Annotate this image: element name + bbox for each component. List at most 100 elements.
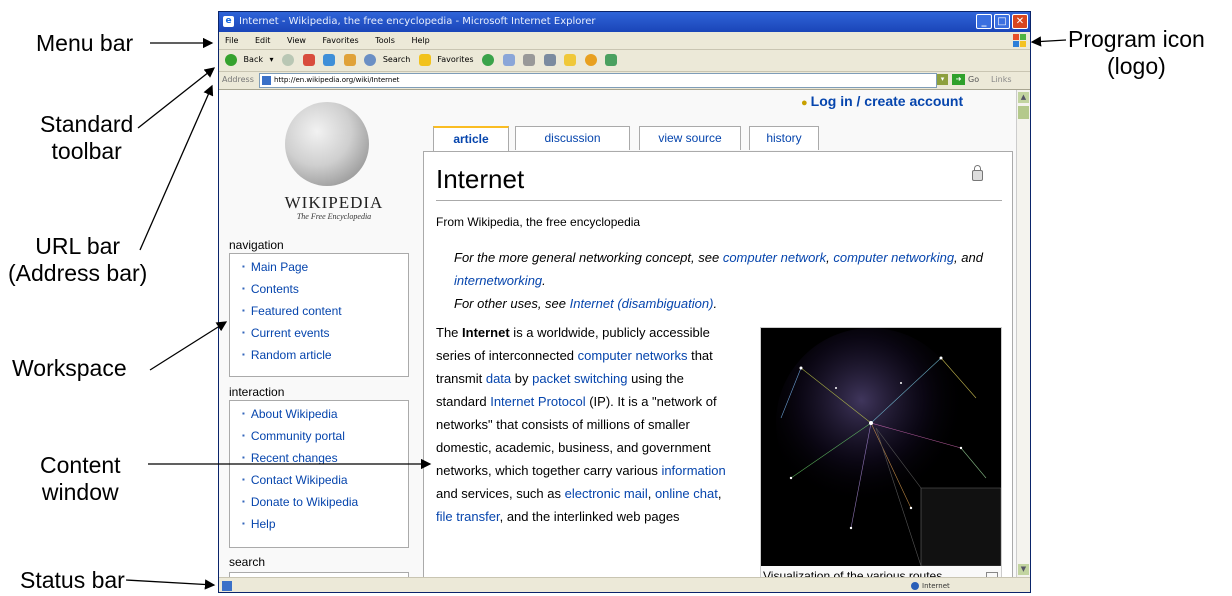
body-text: , bbox=[717, 486, 722, 501]
back-arrow-icon[interactable] bbox=[225, 54, 237, 66]
maximize-button[interactable]: □ bbox=[994, 14, 1010, 29]
callout-text: Status bar bbox=[20, 567, 125, 593]
dab-text: . bbox=[542, 273, 546, 288]
callout-text: URL bar bbox=[35, 233, 121, 259]
link-internetworking[interactable]: internetworking bbox=[454, 273, 542, 288]
program-icon-callout: Program icon (logo) bbox=[1068, 26, 1205, 80]
back-dropdown-icon[interactable]: ▾ bbox=[270, 49, 274, 71]
navigation-heading: navigation bbox=[229, 238, 284, 252]
link-packet-switching[interactable]: packet switching bbox=[532, 371, 627, 386]
title-divider bbox=[436, 200, 1002, 201]
dab-text: , and bbox=[954, 250, 983, 265]
nav-link-featured-content[interactable]: Featured content bbox=[242, 302, 408, 324]
link-internet-disambiguation[interactable]: Internet (disambiguation) bbox=[570, 296, 714, 311]
go-button[interactable]: Go bbox=[968, 71, 979, 89]
messenger-icon[interactable] bbox=[584, 54, 597, 66]
nav-link-recent-changes[interactable]: Recent changes bbox=[242, 449, 408, 471]
tab-article[interactable]: article bbox=[433, 126, 509, 152]
body-text: and services, such as bbox=[436, 486, 565, 501]
network-visualization-image[interactable] bbox=[761, 328, 1001, 566]
link-electronic-mail[interactable]: electronic mail bbox=[565, 486, 648, 501]
link-data[interactable]: data bbox=[486, 371, 511, 386]
refresh-icon[interactable] bbox=[323, 54, 336, 66]
search-icon[interactable] bbox=[364, 54, 377, 66]
tab-history[interactable]: history bbox=[749, 126, 819, 150]
nav-link-about[interactable]: About Wikipedia bbox=[242, 405, 408, 427]
menu-tools[interactable]: Tools bbox=[375, 36, 395, 45]
edit-icon[interactable] bbox=[543, 54, 556, 66]
disambiguation-note: For the more general networking concept,… bbox=[454, 246, 1004, 315]
login-link[interactable]: ● Log in / create account bbox=[801, 93, 963, 109]
menu-file[interactable]: File bbox=[225, 36, 238, 45]
workspace-callout: Workspace bbox=[12, 355, 127, 382]
forward-arrow-icon[interactable] bbox=[282, 54, 295, 66]
wikipedia-logo[interactable]: WIKIPEDIA The Free Encyclopedia bbox=[259, 100, 409, 230]
back-button[interactable]: Back bbox=[244, 49, 263, 71]
article-body: The Internet is a worldwide, publicly ac… bbox=[436, 321, 736, 528]
callout-subtext: (Address bar) bbox=[8, 260, 148, 286]
scroll-down-icon[interactable]: ▼ bbox=[1018, 564, 1029, 575]
scroll-up-icon[interactable]: ▲ bbox=[1018, 92, 1029, 103]
program-icon-arrow bbox=[1030, 36, 1067, 47]
link-computer-networking[interactable]: computer networking bbox=[833, 250, 954, 265]
link-computer-network[interactable]: computer network bbox=[723, 250, 826, 265]
link-information[interactable]: information bbox=[661, 463, 725, 478]
mail-icon[interactable] bbox=[502, 54, 515, 66]
address-bar: Address http://en.wikipedia.org/wiki/Int… bbox=[219, 71, 1030, 90]
nav-link-contact[interactable]: Contact Wikipedia bbox=[242, 471, 408, 493]
favorites-button[interactable]: Favorites bbox=[437, 49, 473, 71]
nav-link-contents[interactable]: Contents bbox=[242, 280, 408, 302]
search-heading: search bbox=[229, 555, 266, 569]
vertical-scrollbar[interactable]: ▲ ▼ bbox=[1016, 90, 1030, 577]
nav-link-random-article[interactable]: Random article bbox=[242, 346, 408, 368]
research-icon[interactable] bbox=[605, 54, 618, 66]
menu-view[interactable]: View bbox=[287, 36, 306, 45]
print-icon[interactable] bbox=[523, 54, 536, 66]
menu-help[interactable]: Help bbox=[411, 36, 429, 45]
tab-view-source[interactable]: view source bbox=[639, 126, 741, 150]
page-title: Internet bbox=[436, 164, 525, 194]
login-text: Log in / create account bbox=[810, 93, 964, 109]
folder-icon[interactable] bbox=[564, 54, 577, 66]
body-text: by bbox=[511, 371, 533, 386]
interaction-heading: interaction bbox=[229, 385, 285, 399]
menu-bar-callout: Menu bar bbox=[36, 30, 133, 57]
tab-discussion[interactable]: discussion bbox=[515, 126, 630, 150]
nav-link-current-events[interactable]: Current events bbox=[242, 324, 408, 346]
nav-link-main-page[interactable]: Main Page bbox=[242, 258, 408, 280]
link-online-chat[interactable]: online chat bbox=[655, 486, 718, 501]
dab-text: For other uses, see bbox=[454, 296, 570, 311]
nav-link-community-portal[interactable]: Community portal bbox=[242, 427, 408, 449]
puzzle-globe-icon bbox=[285, 102, 369, 186]
menu-favorites[interactable]: Favorites bbox=[323, 36, 359, 45]
nav-link-help[interactable]: Help bbox=[242, 515, 408, 537]
minimize-button[interactable]: _ bbox=[976, 14, 992, 29]
interaction-portlet: About Wikipedia Community portal Recent … bbox=[229, 400, 409, 548]
link-file-transfer[interactable]: file transfer bbox=[436, 509, 500, 524]
standard-toolbar: Back ▾ Search Favorites bbox=[219, 49, 1030, 72]
logo-wordmark: WIKIPEDIA bbox=[284, 193, 384, 212]
address-dropdown-icon[interactable]: ▾ bbox=[937, 74, 948, 85]
link-computer-networks[interactable]: computer networks bbox=[578, 348, 688, 363]
callout-subtext: window bbox=[41, 479, 119, 505]
nav-link-donate[interactable]: Donate to Wikipedia bbox=[242, 493, 408, 515]
stop-icon[interactable] bbox=[302, 54, 315, 66]
links-button[interactable]: Links bbox=[991, 71, 1012, 89]
favorites-star-icon[interactable] bbox=[418, 54, 431, 66]
search-button[interactable]: Search bbox=[383, 49, 410, 71]
dab-text: . bbox=[713, 296, 718, 311]
history-icon[interactable] bbox=[482, 54, 495, 66]
user-icon: ● bbox=[801, 97, 808, 109]
scroll-thumb[interactable] bbox=[1018, 106, 1029, 119]
close-button[interactable]: ✕ bbox=[1012, 14, 1028, 29]
menu-edit[interactable]: Edit bbox=[255, 36, 271, 45]
callout-text: Standard bbox=[40, 111, 134, 137]
title-bar[interactable]: e Internet - Wikipedia, the free encyclo… bbox=[219, 12, 1030, 32]
link-internet-protocol[interactable]: Internet Protocol bbox=[490, 394, 585, 409]
url-field[interactable]: http://en.wikipedia.org/wiki/Internet bbox=[259, 73, 937, 88]
standard-toolbar-callout: Standard toolbar bbox=[40, 111, 133, 165]
callout-text: Content bbox=[40, 452, 121, 478]
page-icon bbox=[262, 76, 271, 85]
home-icon[interactable] bbox=[343, 54, 356, 66]
go-arrow-icon[interactable]: ➜ bbox=[952, 74, 965, 85]
